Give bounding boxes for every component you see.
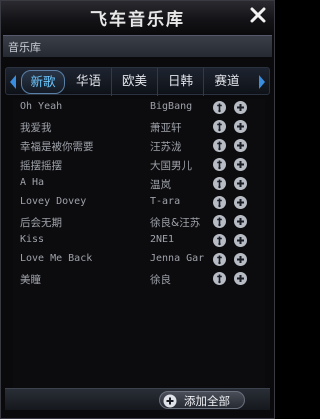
song-title: 后会无期 — [20, 217, 62, 229]
tab-3[interactable]: 日韩 — [158, 68, 204, 96]
song-title: 美瞳 — [20, 274, 41, 286]
plus-icon — [237, 256, 244, 263]
close-button[interactable] — [248, 5, 268, 25]
play-icon — [217, 122, 222, 132]
plus-icon — [237, 199, 244, 206]
song-artist: T-ara — [150, 196, 181, 207]
plus-icon — [237, 123, 244, 130]
tab-4[interactable]: 赛道 — [204, 68, 250, 96]
add-all-label: 添加全部 — [184, 394, 230, 408]
chevron-right-icon — [259, 75, 265, 89]
play-button[interactable] — [213, 101, 226, 114]
song-title: 幸福是被你需要 — [20, 141, 94, 153]
song-artist: 温岚 — [150, 179, 171, 191]
add-song-button[interactable] — [234, 196, 247, 209]
chevron-left-icon — [10, 75, 16, 89]
tab-1[interactable]: 华语 — [66, 68, 112, 96]
song-title: Kiss — [20, 234, 45, 245]
song-artist: 大国男儿 — [150, 160, 192, 172]
song-list: Oh Yeah BigBang 我爱我 萧亚轩幸福是被你需要 汪苏泷摇摆摇摆 大国男儿 A … — [13, 99, 265, 391]
title-bar[interactable]: 飞车音乐库 — [1, 1, 274, 34]
category-tabstrip: 新歌 华语 欧美 日韩 赛道 — [5, 67, 270, 96]
play-icon — [217, 217, 222, 227]
play-button[interactable] — [213, 139, 226, 152]
song-artist: Jenna Gar — [150, 253, 205, 264]
play-button[interactable] — [213, 158, 226, 171]
song-artist: 徐良 — [150, 274, 171, 286]
plus-icon — [237, 275, 244, 282]
add-song-button[interactable] — [234, 139, 247, 152]
add-song-button[interactable] — [234, 177, 247, 190]
category-tabs: 新歌 华语 欧美 日韩 赛道 — [20, 68, 257, 96]
song-artist: 徐良&汪苏 — [150, 217, 201, 229]
plus-icon — [237, 104, 244, 111]
music-library-window: 飞车音乐库 音乐库 新歌 华语 欧美 日韩 赛道 Oh Yeah BigBang 我爱我 萧亚… — [0, 0, 275, 419]
song-title: Lovey Dovey — [20, 196, 87, 207]
play-button[interactable] — [213, 253, 226, 266]
add-song-button[interactable] — [234, 101, 247, 114]
add-song-button[interactable] — [234, 253, 247, 266]
song-row[interactable]: Lovey Dovey T-ara — [13, 194, 265, 213]
plus-icon — [163, 393, 177, 408]
song-title: Love Me Back — [20, 253, 93, 264]
play-icon — [217, 141, 222, 151]
song-artist: 2NE1 — [150, 234, 175, 245]
play-icon — [217, 179, 222, 189]
play-icon — [217, 274, 222, 284]
window-title: 飞车音乐库 — [90, 10, 185, 30]
song-row[interactable]: Kiss 2NE1 — [13, 232, 265, 251]
song-row[interactable]: 摇摆摇摆 大国男儿 — [13, 156, 265, 175]
play-icon — [217, 255, 222, 265]
song-title: A Ha — [20, 177, 45, 188]
add-song-button[interactable] — [234, 272, 247, 285]
add-song-button[interactable] — [234, 158, 247, 171]
plus-icon — [237, 218, 244, 225]
section-title: 音乐库 — [8, 41, 41, 54]
song-title: 摇摆摇摆 — [20, 160, 62, 172]
play-button[interactable] — [213, 272, 226, 285]
play-button[interactable] — [213, 177, 226, 190]
song-row[interactable]: Oh Yeah BigBang — [13, 99, 265, 118]
plus-icon — [237, 237, 244, 244]
song-row[interactable]: 我爱我 萧亚轩 — [13, 118, 265, 137]
song-row[interactable]: 后会无期 徐良&汪苏 — [13, 213, 265, 232]
song-title: 我爱我 — [20, 122, 52, 134]
song-artist: 汪苏泷 — [150, 141, 182, 153]
play-button[interactable] — [213, 120, 226, 133]
bottom-bar: 添加全部 — [5, 388, 270, 410]
plus-icon — [237, 161, 244, 168]
tab-next-button[interactable] — [257, 73, 267, 91]
add-song-button[interactable] — [234, 215, 247, 228]
play-icon — [217, 198, 222, 208]
add-song-button[interactable] — [234, 120, 247, 133]
song-artist: 萧亚轩 — [150, 122, 182, 134]
song-row[interactable]: Love Me Back Jenna Gar — [13, 251, 265, 270]
song-row[interactable]: 美瞳 徐良 — [13, 270, 265, 289]
song-row[interactable]: A Ha 温岚 — [13, 175, 265, 194]
play-icon — [217, 236, 222, 246]
tab-prev-button[interactable] — [8, 73, 18, 91]
plus-icon — [237, 180, 244, 187]
song-row[interactable]: 幸福是被你需要 汪苏泷 — [13, 137, 265, 156]
plus-icon — [237, 142, 244, 149]
play-icon — [217, 103, 222, 113]
play-icon — [217, 160, 222, 170]
song-title: Oh Yeah — [20, 101, 63, 112]
tab-0[interactable]: 新歌 — [21, 70, 65, 94]
play-button[interactable] — [213, 215, 226, 228]
play-button[interactable] — [213, 196, 226, 209]
play-button[interactable] — [213, 234, 226, 247]
section-header: 音乐库 — [3, 35, 272, 57]
song-artist: BigBang — [150, 101, 193, 112]
add-song-button[interactable] — [234, 234, 247, 247]
add-all-button[interactable]: 添加全部 — [159, 391, 245, 409]
tab-2[interactable]: 欧美 — [112, 68, 158, 96]
close-icon — [250, 7, 266, 23]
